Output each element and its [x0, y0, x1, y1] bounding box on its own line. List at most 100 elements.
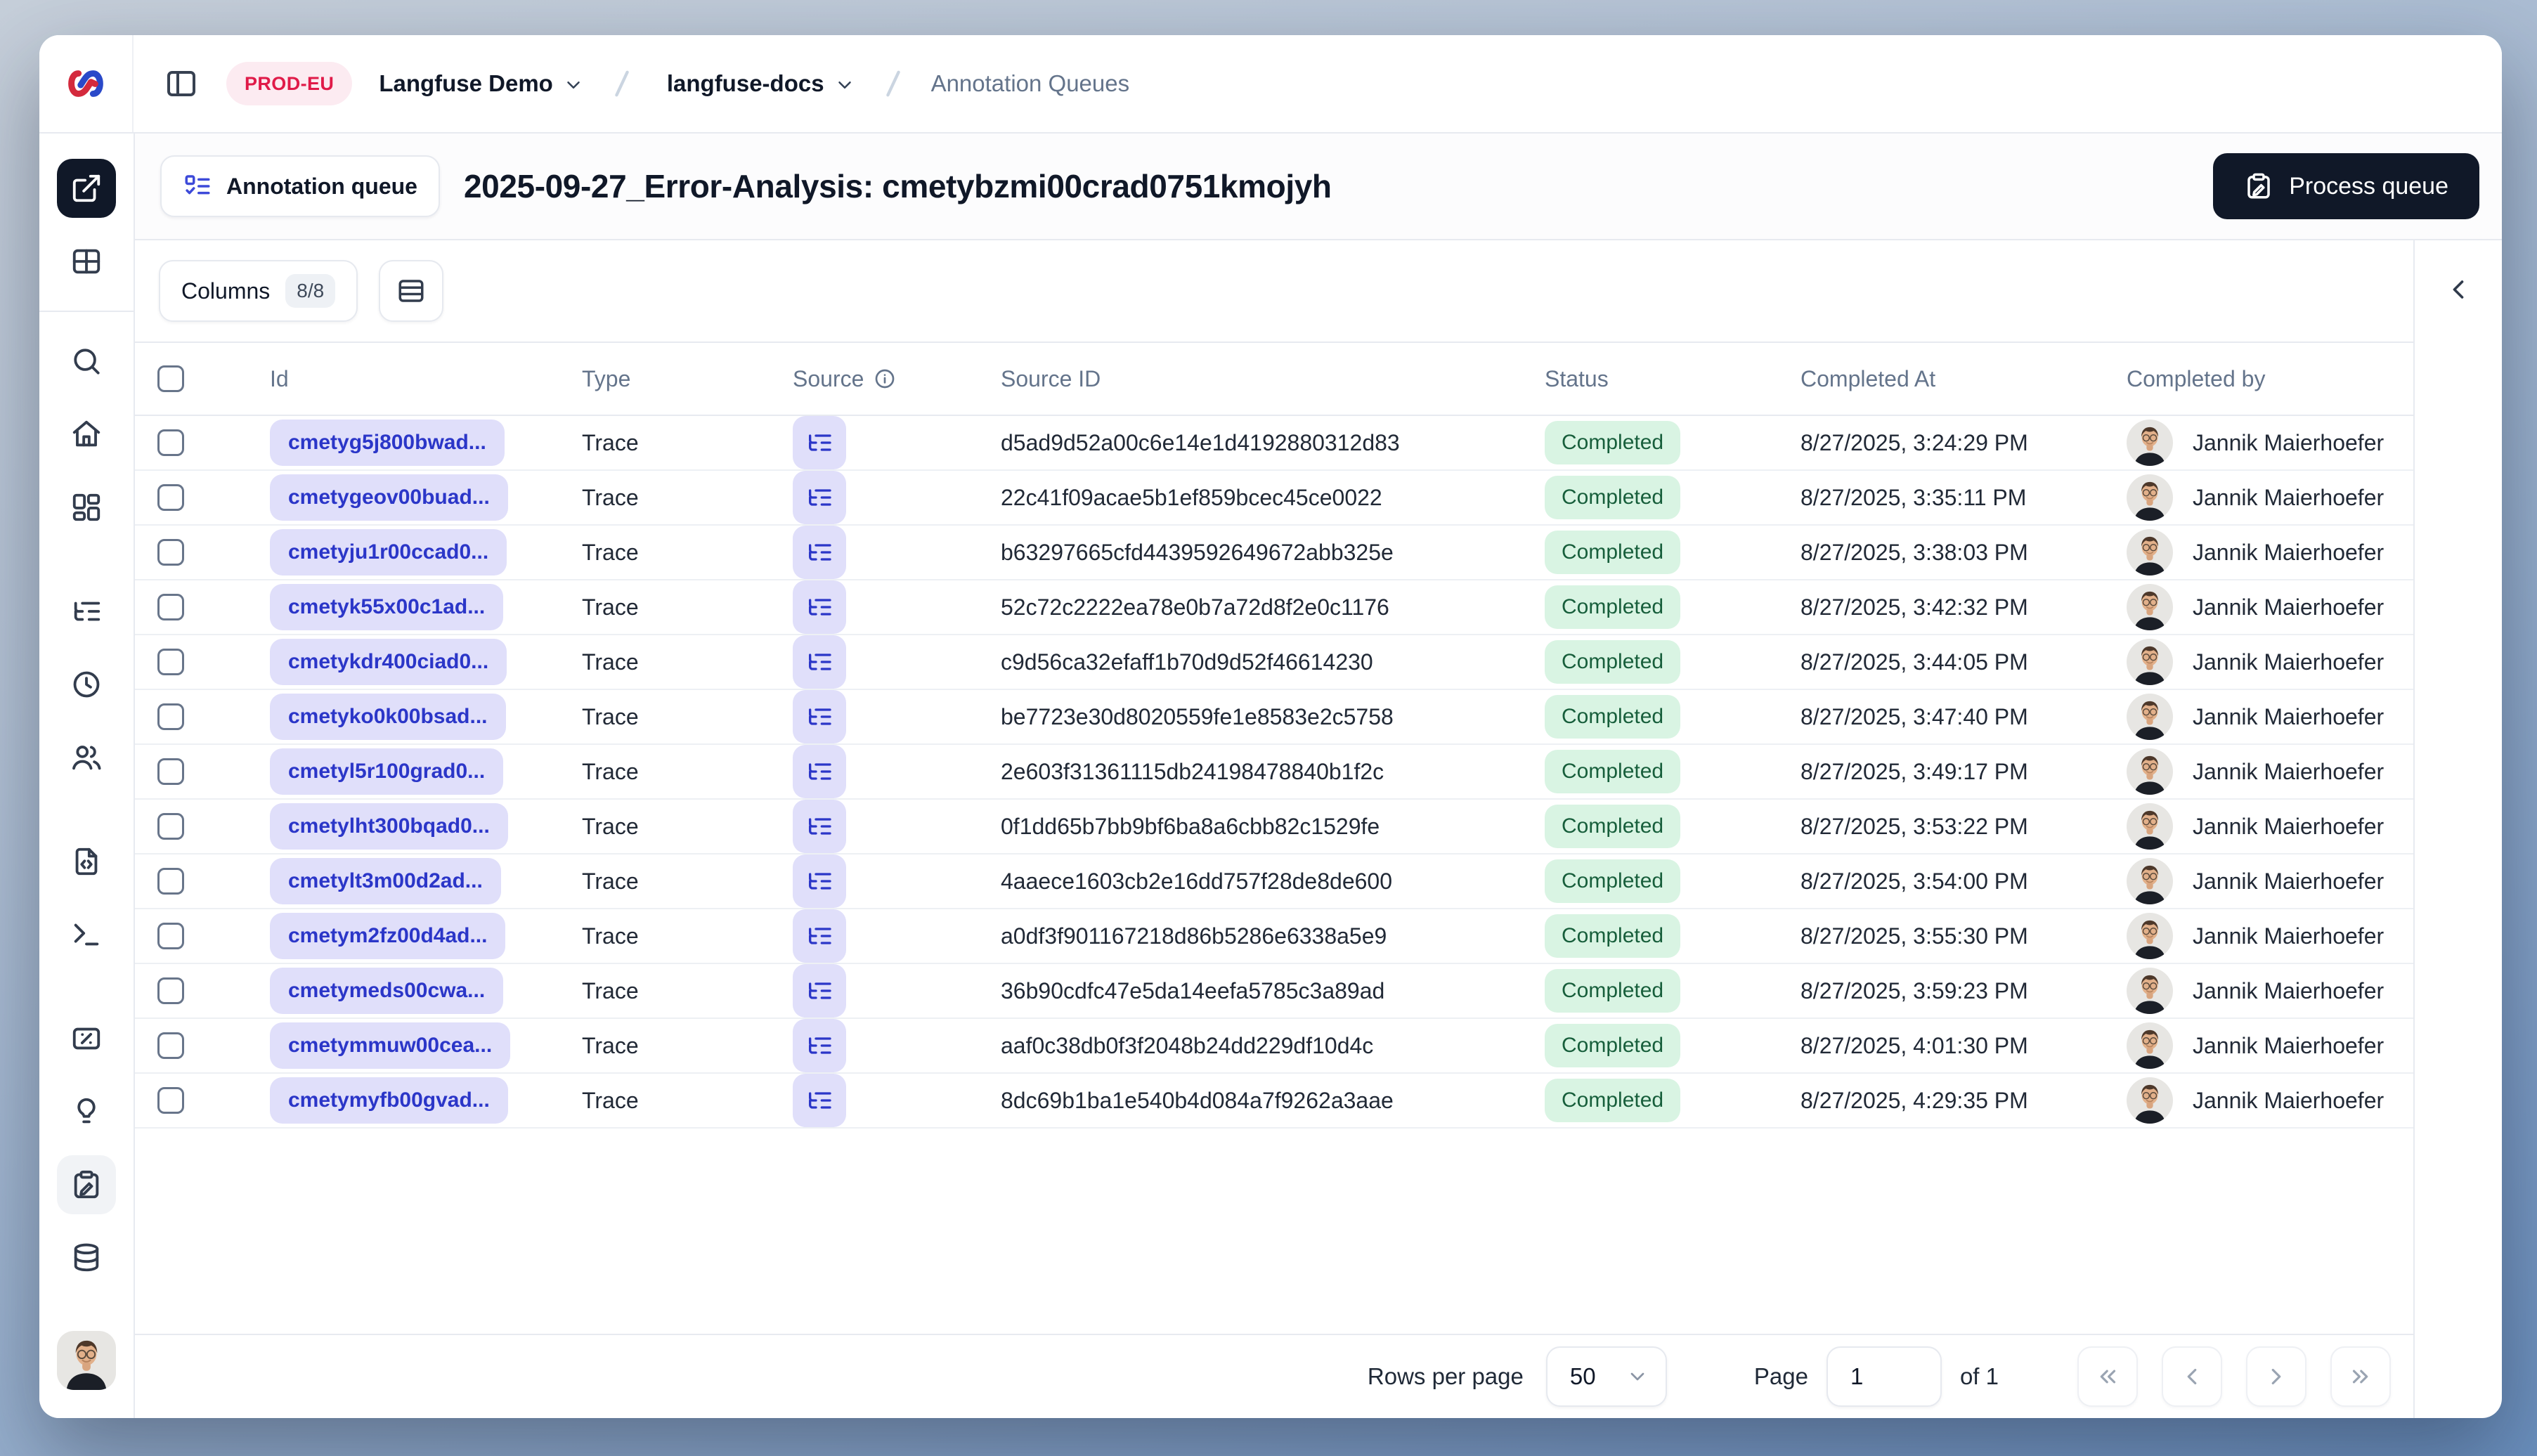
table-row[interactable]: cmetyl5r100grad0... Trace 2e603f31361115db…: [135, 745, 2413, 800]
table-row[interactable]: cmetylt3m00d2ad... Trace 4aaece1603cb2e16d…: [135, 854, 2413, 909]
source-trace-button[interactable]: [793, 1074, 846, 1127]
table-row[interactable]: cmetymyfb00gvad... Trace 8dc69b1ba1e540b4d…: [135, 1074, 2413, 1129]
item-id-pill[interactable]: cmetylht300bqad0...: [270, 803, 508, 850]
next-page-button[interactable]: [2246, 1346, 2306, 1407]
row-checkbox[interactable]: [157, 758, 184, 785]
chevron-left-icon: [2179, 1363, 2205, 1390]
item-id-pill[interactable]: cmetyk55x00c1ad...: [270, 584, 504, 630]
item-id-pill[interactable]: cmetymmuw00cea...: [270, 1022, 511, 1069]
sidebar-item-search[interactable]: [57, 332, 116, 391]
previous-page-button[interactable]: [2162, 1346, 2222, 1407]
sidebar-item-eval-card[interactable]: [57, 1009, 116, 1068]
table-row[interactable]: cmetymeds00cwa... Trace 36b90cdfc47e5da14e…: [135, 964, 2413, 1019]
avatar[interactable]: [57, 1331, 116, 1390]
sidebar-item-external-link[interactable]: [57, 159, 116, 218]
row-checkbox[interactable]: [157, 703, 184, 730]
source-trace-button[interactable]: [793, 690, 846, 743]
sidebar-item-file-code[interactable]: [57, 832, 116, 891]
process-queue-button[interactable]: Process queue: [2213, 153, 2479, 219]
sidebar-item-database[interactable]: [57, 1228, 116, 1287]
item-id-pill[interactable]: cmetyko0k00bsad...: [270, 694, 506, 740]
table-row[interactable]: cmetymmuw00cea... Trace aaf0c38db0f3f2048b…: [135, 1019, 2413, 1074]
last-page-button[interactable]: [2330, 1346, 2391, 1407]
sidebar-item-terminal[interactable]: [57, 905, 116, 964]
langfuse-logo[interactable]: [39, 35, 134, 132]
item-id-pill[interactable]: cmetylt3m00d2ad...: [270, 858, 501, 904]
table-row[interactable]: cmetykdr400ciad0... Trace c9d56ca32efaff1b…: [135, 635, 2413, 690]
source-trace-button[interactable]: [793, 635, 846, 689]
item-type: Trace: [582, 594, 639, 620]
source-trace-button[interactable]: [793, 471, 846, 524]
row-checkbox[interactable]: [157, 594, 184, 620]
source-trace-button[interactable]: [793, 416, 846, 469]
rows-per-page-select[interactable]: 50: [1545, 1346, 1667, 1407]
row-checkbox[interactable]: [157, 868, 184, 895]
avatar: [2127, 858, 2173, 904]
sidebar-item-users[interactable]: [57, 728, 116, 787]
collapse-panel-button[interactable]: [2432, 263, 2485, 316]
source-trace-button[interactable]: [793, 745, 846, 798]
source-trace-button[interactable]: [793, 854, 846, 908]
table-row[interactable]: cmetyko0k00bsad... Trace be7723e30d8020559…: [135, 690, 2413, 745]
page-input[interactable]: [1826, 1346, 1942, 1407]
select-all-checkbox[interactable]: [157, 365, 184, 392]
item-id-pill[interactable]: cmetykdr400ciad0...: [270, 639, 507, 685]
column-header-source: Source: [793, 366, 1001, 392]
sidebar-item-dashboard[interactable]: [57, 478, 116, 537]
column-header-id: Id: [270, 365, 289, 391]
list-tree-icon: [805, 812, 833, 840]
annotation-queue-badge-label: Annotation queue: [226, 173, 417, 199]
row-checkbox[interactable]: [157, 539, 184, 566]
source-id: c9d56ca32efaff1b70d9d52f46614230: [1001, 649, 1373, 675]
source-trace-button[interactable]: [793, 580, 846, 634]
item-id-pill[interactable]: cmetymeds00cwa...: [270, 968, 504, 1014]
table-row[interactable]: cmetyg5j800bwad... Trace d5ad9d52a00c6e14e…: [135, 416, 2413, 471]
row-checkbox[interactable]: [157, 1032, 184, 1059]
user-avatar-button[interactable]: [57, 1331, 116, 1396]
sidebar-item-grid[interactable]: [57, 232, 116, 291]
row-checkbox[interactable]: [157, 649, 184, 675]
source-trace-button[interactable]: [793, 909, 846, 963]
source-trace-button[interactable]: [793, 526, 846, 579]
breadcrumb-org-dropdown[interactable]: Langfuse Demo: [379, 70, 584, 97]
item-id-pill[interactable]: cmetym2fz00d4ad...: [270, 913, 506, 959]
status-badge: Completed: [1545, 585, 1681, 629]
table-row[interactable]: cmetygeov00buad... Trace 22c41f09acae5b1ef…: [135, 471, 2413, 526]
row-checkbox[interactable]: [157, 923, 184, 949]
item-id-pill[interactable]: cmetygeov00buad...: [270, 474, 508, 521]
item-id-pill[interactable]: cmetyju1r00ccad0...: [270, 529, 507, 576]
sidebar-item-list-tree[interactable]: [57, 582, 116, 641]
table-row[interactable]: cmetyju1r00ccad0... Trace b63297665cfd4439…: [135, 526, 2413, 580]
source-trace-button[interactable]: [793, 1019, 846, 1072]
row-height-button[interactable]: [379, 260, 444, 322]
row-checkbox[interactable]: [157, 429, 184, 456]
source-trace-button[interactable]: [793, 800, 846, 853]
langfuse-knot-icon: [68, 70, 103, 97]
row-checkbox[interactable]: [157, 484, 184, 511]
sidebar-item-lightbulb[interactable]: [57, 1082, 116, 1141]
sidebar-item-clipboard-pen[interactable]: [57, 1155, 116, 1214]
source-id: aaf0c38db0f3f2048b24dd229df10d4c: [1001, 1032, 1374, 1058]
row-checkbox[interactable]: [157, 813, 184, 840]
list-tree-icon: [805, 593, 833, 621]
sidebar-toggle-button[interactable]: [164, 67, 198, 100]
row-checkbox[interactable]: [157, 1087, 184, 1114]
table-row[interactable]: cmetym2fz00d4ad... Trace a0df3f901167218d8…: [135, 909, 2413, 964]
item-id-pill[interactable]: cmetyl5r100grad0...: [270, 748, 504, 795]
item-type: Trace: [582, 649, 639, 675]
item-id-pill[interactable]: cmetymyfb00gvad...: [270, 1077, 508, 1124]
completed-by-name: Jannik Maierhoefer: [2193, 868, 2384, 894]
sidebar-item-clock[interactable]: [57, 655, 116, 714]
source-id: b63297665cfd4439592649672abb325e: [1001, 539, 1394, 565]
source-trace-button[interactable]: [793, 964, 846, 1018]
breadcrumb-project-dropdown[interactable]: langfuse-docs: [667, 70, 855, 97]
row-checkbox[interactable]: [157, 977, 184, 1004]
info-icon[interactable]: [874, 368, 896, 390]
item-type: Trace: [582, 429, 639, 455]
table-row[interactable]: cmetyk55x00c1ad... Trace 52c72c2222ea78e0b…: [135, 580, 2413, 635]
sidebar-item-home[interactable]: [57, 405, 116, 464]
table-row[interactable]: cmetylht300bqad0... Trace 0f1dd65b7bb9bf6b…: [135, 800, 2413, 854]
first-page-button[interactable]: [2077, 1346, 2138, 1407]
item-id-pill[interactable]: cmetyg5j800bwad...: [270, 420, 505, 466]
columns-button[interactable]: Columns 8/8: [159, 260, 358, 322]
